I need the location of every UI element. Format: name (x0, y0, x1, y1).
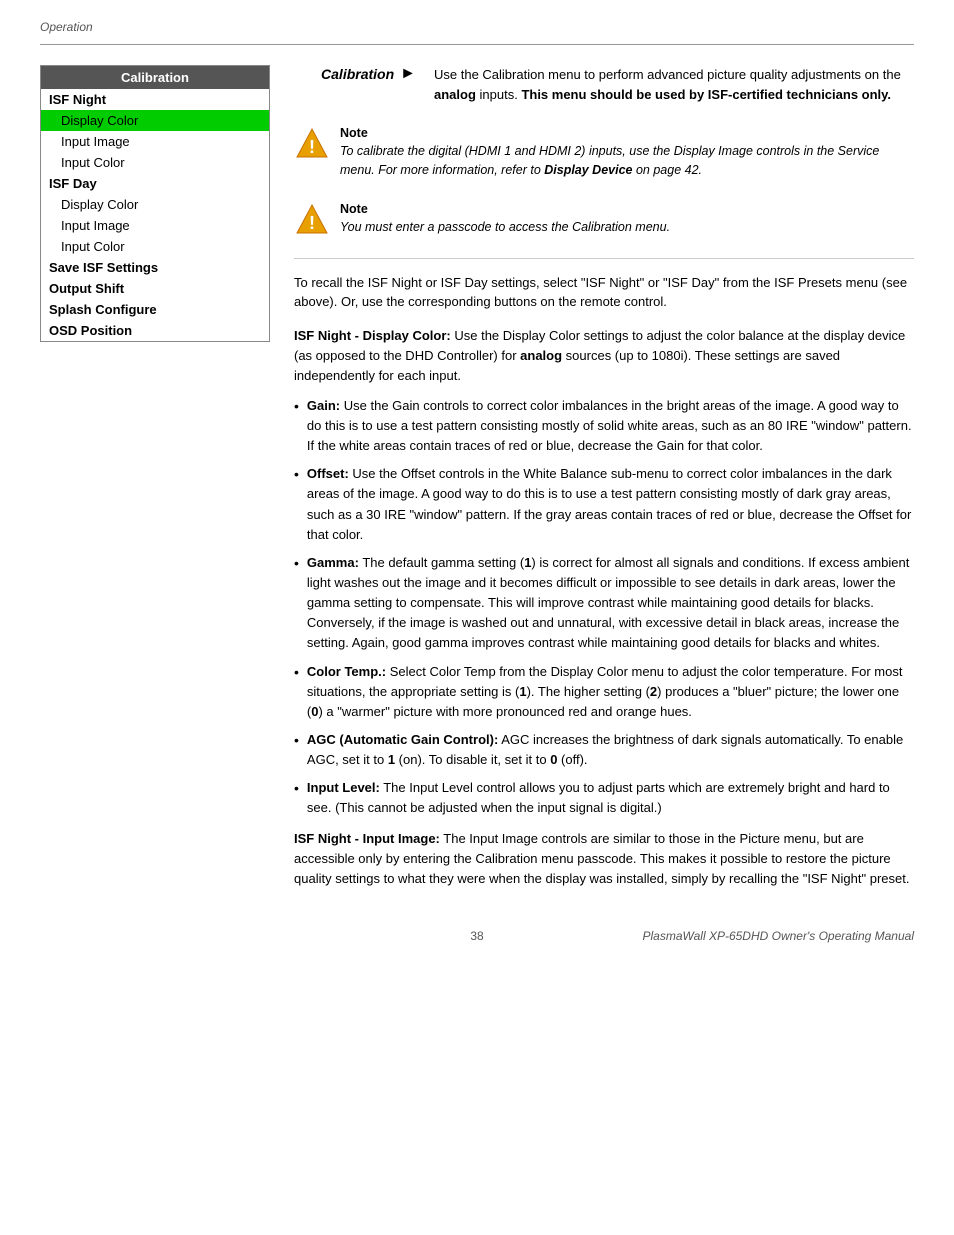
menu-item-input-color-day[interactable]: Input Color (41, 236, 269, 257)
calibration-header: Calibration ► Use the Calibration menu t… (294, 65, 914, 104)
isf-night-display-intro: ISF Night - Display Color: Use the Displ… (294, 326, 914, 386)
note-text-1: To calibrate the digital (HDMI 1 and HDM… (340, 142, 914, 180)
note-label-2: Note (340, 202, 670, 216)
calibration-label: Calibration (294, 66, 394, 82)
page-container: Operation Calibration ISF Night Display … (0, 0, 954, 983)
bullet-offset: Offset: Use the Offset controls in the W… (294, 464, 914, 545)
arrow-icon: ► (400, 65, 416, 83)
svg-text:!: ! (309, 137, 315, 157)
bullet-input-level: Input Level: The Input Level control all… (294, 778, 914, 818)
footer-text: PlasmaWall XP-65DHD Owner's Operating Ma… (642, 929, 914, 943)
note-text-2: You must enter a passcode to access the … (340, 218, 670, 237)
content-area: Calibration ISF Night Display Color Inpu… (40, 65, 914, 899)
menu-item-output-shift[interactable]: Output Shift (41, 278, 269, 299)
menu-item-osd-position[interactable]: OSD Position (41, 320, 269, 341)
menu-item-input-image-day[interactable]: Input Image (41, 215, 269, 236)
sidebar: Calibration ISF Night Display Color Inpu… (40, 65, 270, 899)
note-box-1: ! Note To calibrate the digital (HDMI 1 … (294, 120, 914, 186)
note-label-1: Note (340, 126, 914, 140)
top-divider (40, 44, 914, 45)
note-icon-1: ! (294, 126, 330, 162)
menu-item-save-isf[interactable]: Save ISF Settings (41, 257, 269, 278)
menu-title: Calibration (41, 66, 269, 89)
menu-item-isf-night[interactable]: ISF Night (41, 89, 269, 110)
note-box-2: ! Note You must enter a passcode to acce… (294, 196, 914, 244)
bullet-gain: Gain: Use the Gain controls to correct c… (294, 396, 914, 456)
menu-item-input-color-night[interactable]: Input Color (41, 152, 269, 173)
breadcrumb: Operation (40, 20, 914, 34)
page-number: 38 (470, 929, 483, 943)
bullet-color-temp: Color Temp.: Select Color Temp from the … (294, 662, 914, 722)
header-description: Use the Calibration menu to perform adva… (434, 65, 914, 104)
main-content: Calibration ► Use the Calibration menu t… (294, 65, 914, 899)
menu-item-display-color-day[interactable]: Display Color (41, 194, 269, 215)
feature-bullets: Gain: Use the Gain controls to correct c… (294, 396, 914, 819)
menu-item-input-image-night[interactable]: Input Image (41, 131, 269, 152)
menu-box: Calibration ISF Night Display Color Inpu… (40, 65, 270, 342)
svg-text:!: ! (309, 213, 315, 233)
recall-paragraph: To recall the ISF Night or ISF Day setti… (294, 273, 914, 312)
menu-item-splash-configure[interactable]: Splash Configure (41, 299, 269, 320)
note-icon-2: ! (294, 202, 330, 238)
bullet-gamma: Gamma: The default gamma setting (1) is … (294, 553, 914, 654)
bullet-agc: AGC (Automatic Gain Control): AGC increa… (294, 730, 914, 770)
menu-item-isf-day[interactable]: ISF Day (41, 173, 269, 194)
section-divider-1 (294, 258, 914, 259)
menu-item-display-color-night[interactable]: Display Color (41, 110, 269, 131)
page-footer: 38 PlasmaWall XP-65DHD Owner's Operating… (40, 929, 914, 943)
isf-night-input-image: ISF Night - Input Image: The Input Image… (294, 829, 914, 889)
